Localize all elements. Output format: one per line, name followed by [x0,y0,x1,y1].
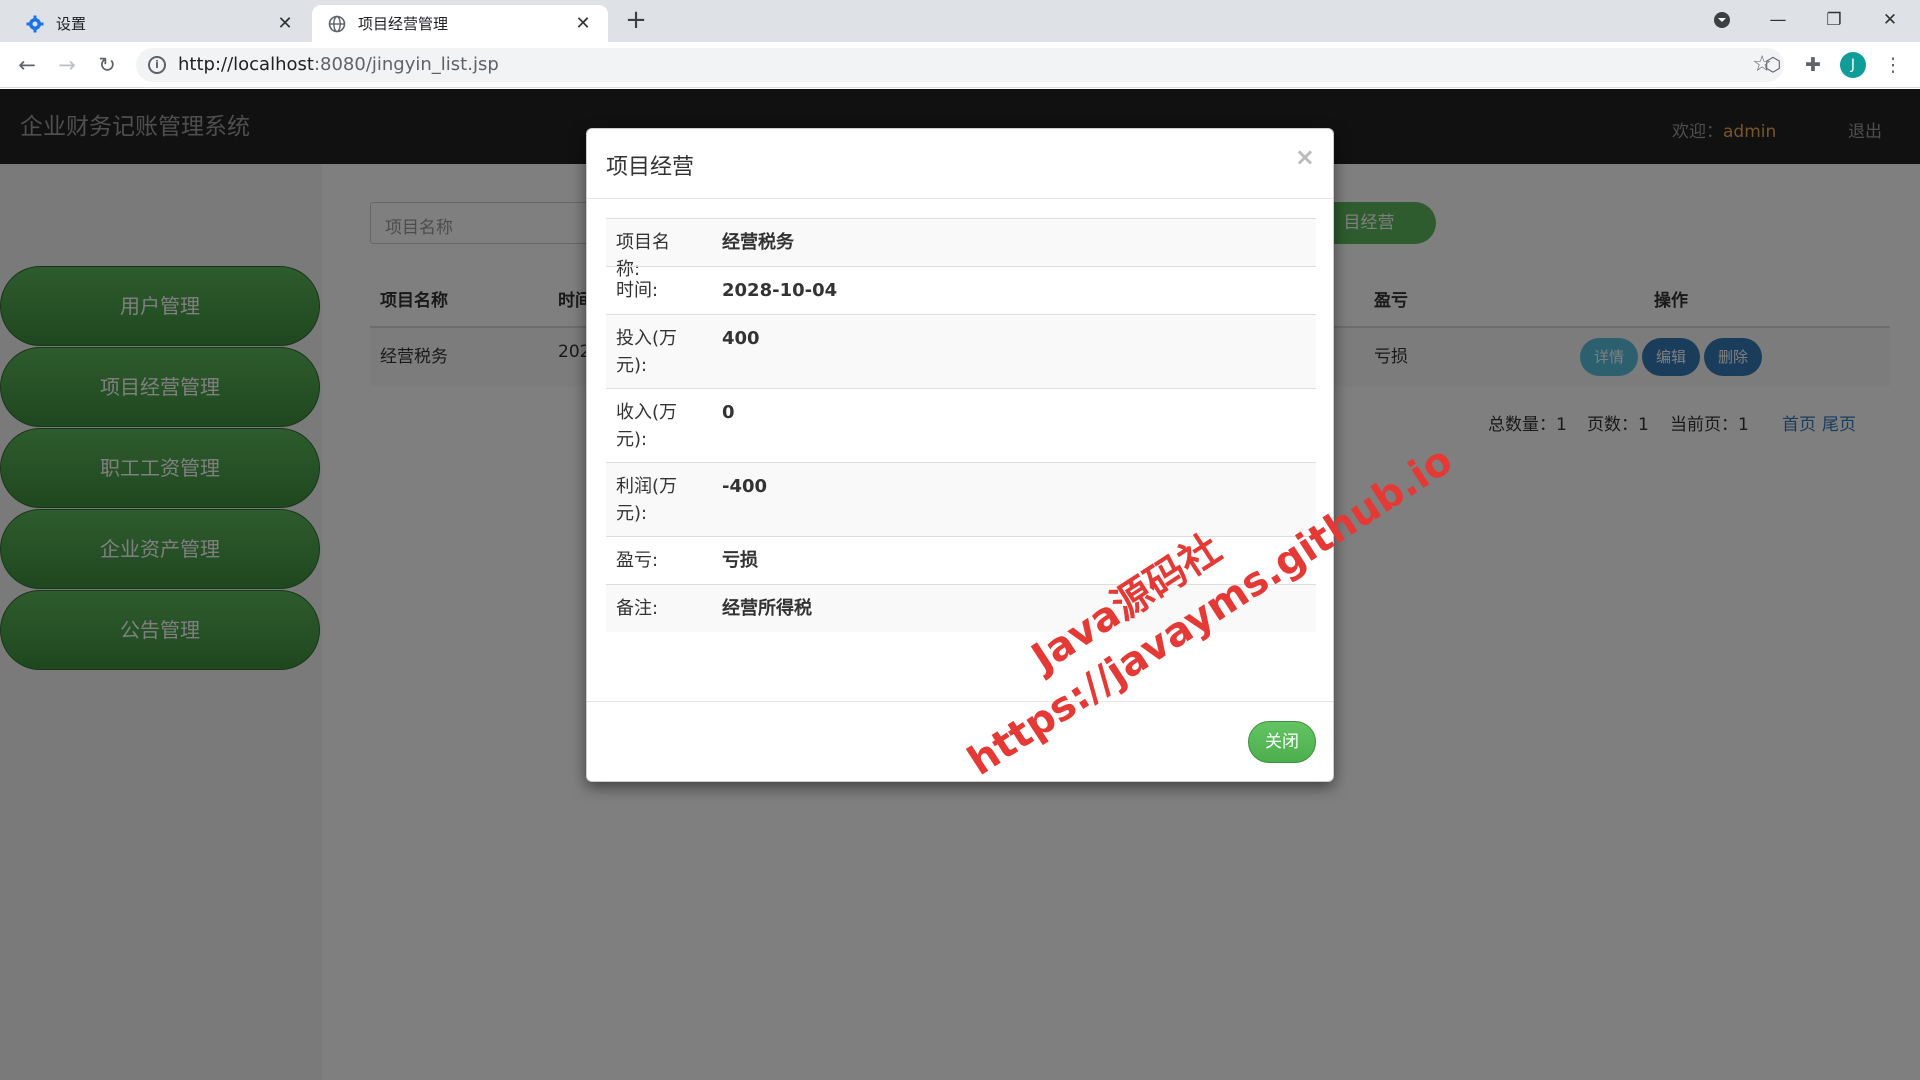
new-tab-button[interactable]: + [624,7,648,34]
tab-settings[interactable]: 设置 ✕ [10,5,310,42]
tab-title: 设置 [56,15,87,33]
detail-label: 投入(万元): [616,328,678,376]
restore-icon[interactable]: ❐ [1814,6,1854,34]
detail-value: -400 [722,476,768,497]
detail-value: 经营所得税 [722,598,812,619]
globe-icon [328,15,346,33]
detail-label: 收入(万元): [616,402,678,450]
detail-label: 时间: [616,280,659,301]
menu-kebab-icon[interactable]: ⋮ [1880,52,1906,78]
close-icon[interactable]: × [1295,143,1315,171]
url-field[interactable]: i http://localhost:8080/jingyin_list.jsp… [136,48,1784,82]
detail-value: 400 [722,328,760,349]
extension-icon[interactable]: ⬡ [1760,52,1786,78]
avatar[interactable]: J [1840,52,1866,78]
detail-label: 利润(万元): [616,476,678,524]
tab-search-icon[interactable] [1702,6,1742,34]
detail-value: 2028-10-04 [722,280,838,301]
url-text: http://localhost:8080/jingyin_list.jsp [178,54,499,75]
close-button[interactable]: 关闭 [1248,721,1316,763]
detail-value: 0 [722,402,735,423]
detail-row: 项目名称: 经营税务 [606,218,1316,280]
close-tab-icon[interactable]: ✕ [274,13,296,35]
tab-title: 项目经营管理 [358,15,449,33]
forward-icon[interactable]: → [52,51,82,79]
modal-header: 项目经营 × [587,129,1333,199]
close-window-icon[interactable]: ✕ [1870,6,1910,34]
gear-icon [26,15,44,33]
tab-project[interactable]: 项目经营管理 ✕ [312,5,608,42]
browser-tab-bar: 设置 ✕ 项目经营管理 ✕ + — ❐ ✕ [0,0,1920,42]
detail-label: 盈亏: [616,550,659,571]
detail-row: 投入(万元): 400 [606,314,1316,388]
back-icon[interactable]: ← [12,51,42,79]
reload-icon[interactable]: ↻ [92,51,122,79]
modal-title: 项目经营 [606,155,695,180]
detail-label: 备注: [616,598,659,619]
detail-value: 经营税务 [722,232,794,253]
minimize-icon[interactable]: — [1758,6,1798,34]
info-icon[interactable]: i [148,56,166,74]
detail-value: 亏损 [722,550,758,571]
address-bar: ← → ↻ i http://localhost:8080/jingyin_li… [0,42,1920,88]
puzzle-icon[interactable]: ✚ [1800,52,1826,78]
detail-row: 收入(万元): 0 [606,388,1316,462]
close-tab-icon[interactable]: ✕ [572,13,594,35]
detail-row: 时间: 2028-10-04 [606,266,1316,314]
